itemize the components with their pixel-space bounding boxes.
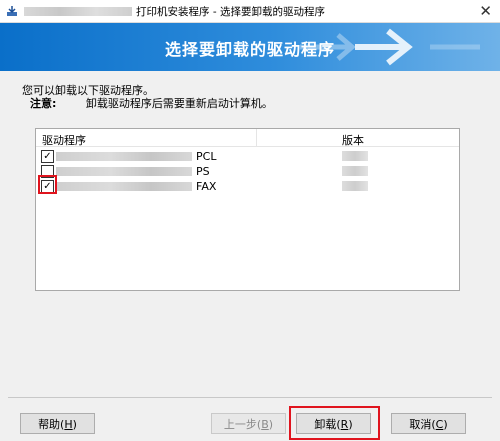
- checkbox-highlight-frame: [38, 175, 57, 194]
- column-header-version[interactable]: 版本: [342, 132, 364, 148]
- help-button[interactable]: 帮助(H): [20, 413, 95, 434]
- column-header-driver[interactable]: 驱动程序: [42, 132, 86, 148]
- column-divider[interactable]: [256, 129, 257, 146]
- driver-list[interactable]: 驱动程序 版本 ✓ PCL PS ✓ FAX: [35, 128, 460, 291]
- cancel-button[interactable]: 取消(C): [391, 413, 466, 434]
- version-blurred: [342, 166, 368, 176]
- uninstall-highlight-frame: [289, 406, 380, 440]
- help-button-label: 帮助(: [38, 418, 65, 431]
- help-button-end: ): [72, 418, 77, 431]
- list-item[interactable]: ✓ PCL: [36, 149, 459, 164]
- window-title: 打印机安装程序 - 选择要卸载的驱动程序: [136, 5, 325, 18]
- driver-checkbox[interactable]: ✓: [41, 150, 54, 163]
- list-item[interactable]: ✓ FAX: [36, 179, 459, 194]
- back-button-label: 上一步(: [223, 418, 262, 431]
- driver-type: PS: [196, 165, 210, 178]
- note-text: 卸载驱动程序后需要重新启动计算机。: [85, 97, 273, 110]
- back-button-end: ): [268, 418, 274, 431]
- driver-name-blurred: [56, 182, 192, 191]
- driver-name-blurred: [56, 167, 192, 176]
- driver-type: FAX: [196, 180, 217, 193]
- back-hotkey: B: [261, 418, 269, 431]
- back-button[interactable]: 上一步(B): [211, 413, 286, 434]
- page-heading: 选择要卸载的驱动程序: [164, 40, 335, 59]
- header-banner: 选择要卸载的驱动程序: [0, 23, 500, 71]
- cancel-button-end: ): [443, 418, 448, 431]
- driver-type: PCL: [196, 150, 217, 163]
- note-label: 注意:: [30, 97, 57, 110]
- app-name-blurred: [24, 6, 132, 16]
- help-hotkey: H: [64, 418, 73, 431]
- note-line: 注意: 卸载驱动程序后需要重新启动计算机。: [30, 95, 273, 111]
- installer-app-icon: [7, 6, 17, 16]
- close-icon[interactable]: ✕: [479, 2, 492, 20]
- version-blurred: [342, 181, 368, 191]
- footer-divider: [8, 397, 492, 398]
- title-bar: 打印机安装程序 - 选择要卸载的驱动程序 ✕: [0, 0, 500, 23]
- driver-name-blurred: [56, 152, 192, 161]
- list-item[interactable]: PS: [36, 164, 459, 179]
- cancel-button-label: 取消(: [409, 418, 436, 431]
- version-blurred: [342, 151, 368, 161]
- list-header: 驱动程序 版本: [36, 129, 459, 147]
